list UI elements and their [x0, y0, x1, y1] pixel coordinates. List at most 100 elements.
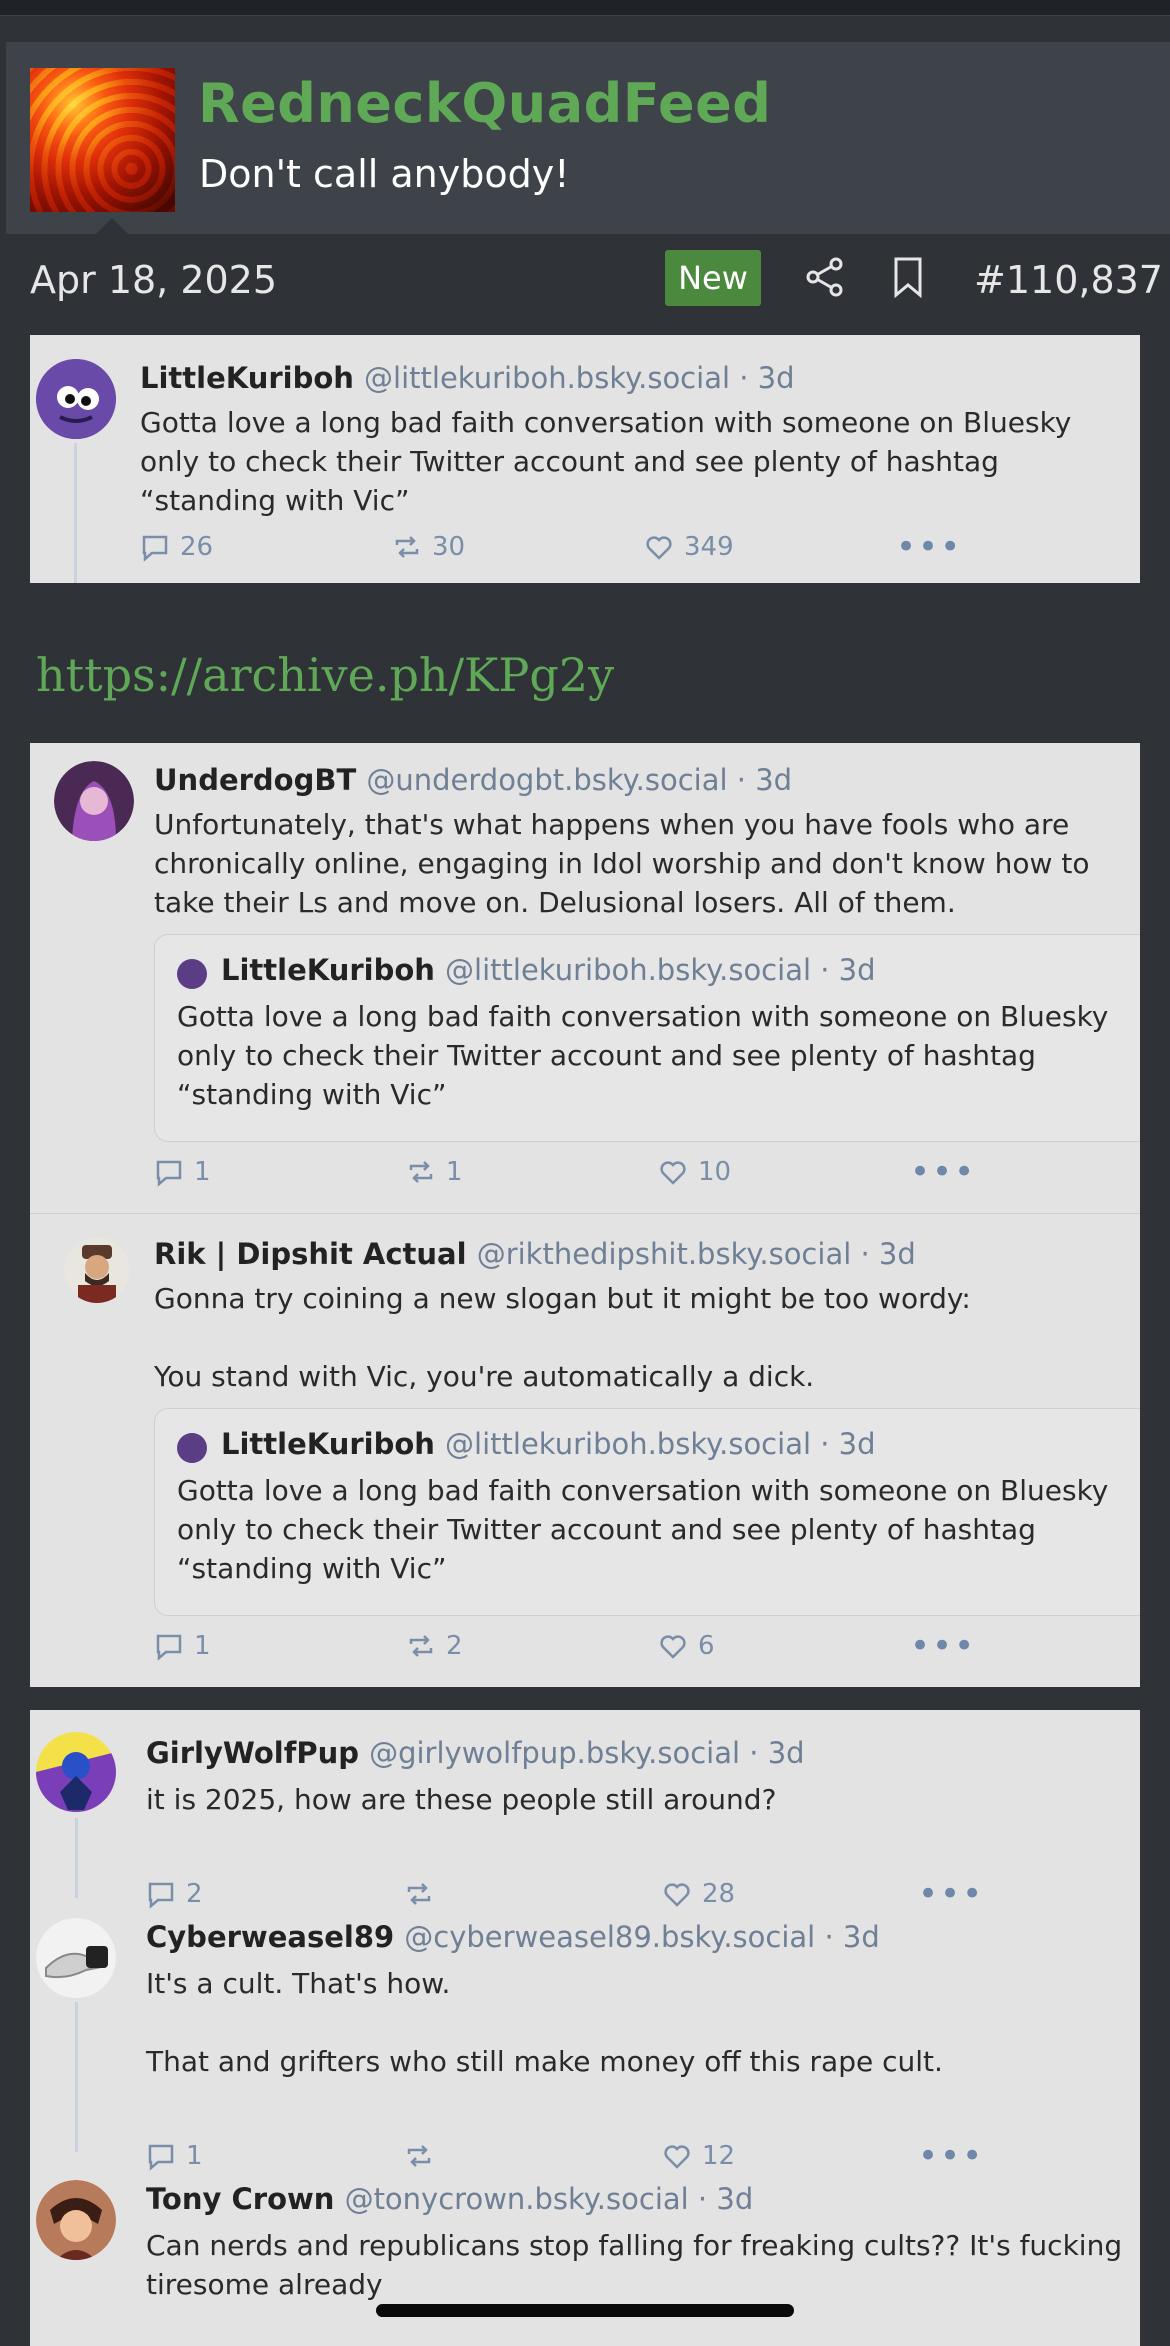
repost-icon — [409, 1635, 433, 1657]
repost-count: 2 — [446, 1631, 463, 1661]
post-text: It's a cult. That's how. That and grifte… — [146, 1967, 943, 2078]
heart-icon — [664, 2145, 690, 2169]
reply-icon — [156, 1160, 182, 1187]
bluesky-embed[interactable]: UnderdogBT @underdogbt.bsky.social · 3d … — [30, 743, 1140, 1687]
avatar — [177, 1433, 207, 1463]
bluesky-embed[interactable]: LittleKuriboh @littlekuriboh.bsky.social… — [30, 335, 1140, 583]
author-handle[interactable]: @cyberweasel89.bsky.social · 3d — [404, 1920, 879, 1954]
like-count: 10 — [698, 1157, 732, 1187]
avatar — [36, 359, 116, 439]
quote-text: Gotta love a long bad faith conversation… — [177, 1474, 1109, 1585]
author-name[interactable]: GirlyWolfPup @girlywolfpup.bsky.social ·… — [146, 1736, 805, 1770]
avatar — [36, 2180, 116, 2260]
reply-icon — [148, 2144, 174, 2171]
repost-button[interactable] — [404, 1879, 444, 1909]
post-text: Can nerds and republicans stop falling f… — [146, 2229, 1131, 2301]
home-indicator[interactable] — [376, 2304, 794, 2317]
author-display-name[interactable]: UnderdogBT — [154, 763, 356, 797]
reply-button[interactable]: 1 — [146, 2141, 203, 2171]
heart-icon — [664, 1883, 690, 1907]
quote-display-name[interactable]: LittleKuriboh — [221, 953, 435, 987]
author-display-name[interactable]: GirlyWolfPup — [146, 1736, 359, 1770]
reply-icon — [148, 1882, 174, 1909]
post-number[interactable]: #110,837 — [974, 258, 1163, 302]
avatar — [36, 1918, 116, 1998]
repost-button[interactable]: 1 — [406, 1157, 463, 1187]
avatar — [64, 1237, 130, 1303]
reply-button[interactable]: 26 — [140, 532, 213, 562]
author-name[interactable]: LittleKuriboh @littlekuriboh.bsky.social… — [140, 361, 795, 395]
avatar[interactable] — [30, 68, 175, 212]
reply-count: 2 — [186, 1879, 203, 1909]
author-display-name[interactable]: Rik | Dipshit Actual — [154, 1237, 467, 1271]
author-display-name[interactable]: Cyberweasel89 — [146, 1920, 394, 1954]
action-bar: 26 30 349 ••• — [140, 530, 1130, 568]
post-text: Gonna try coining a new slogan but it mi… — [154, 1282, 971, 1393]
author-handle[interactable]: @rikthedipshit.bsky.social · 3d — [477, 1237, 916, 1271]
bookmark-icon[interactable] — [890, 256, 926, 298]
quote-handle[interactable]: @littlekuriboh.bsky.social · 3d — [445, 1427, 875, 1461]
more-icon[interactable]: ••• — [910, 1155, 976, 1189]
like-button[interactable]: 349 — [644, 532, 734, 562]
like-count: 12 — [702, 2141, 736, 2171]
author-display-name[interactable]: Tony Crown — [146, 2182, 334, 2216]
quote-post[interactable]: LittleKuriboh @littlekuriboh.bsky.social… — [154, 934, 1140, 1142]
action-bar: 1 2 6 ••• — [154, 1629, 1134, 1667]
like-button[interactable]: 28 — [662, 1879, 735, 1909]
quote-author[interactable]: LittleKuriboh @littlekuriboh.bsky.social… — [221, 1427, 876, 1461]
reply-button[interactable]: 2 — [146, 1879, 203, 1909]
heart-icon — [660, 1161, 686, 1185]
author-display-name[interactable]: LittleKuriboh — [140, 361, 354, 395]
reply-button[interactable]: 1 — [154, 1157, 211, 1187]
like-count: 6 — [698, 1631, 715, 1661]
divider — [30, 1213, 1140, 1214]
author-name[interactable]: Tony Crown @tonycrown.bsky.social · 3d — [146, 2182, 753, 2216]
more-icon[interactable]: ••• — [896, 530, 962, 564]
top-bar — [0, 0, 1170, 16]
repost-button[interactable] — [404, 2141, 444, 2171]
action-bar: 2 28 ••• — [146, 1877, 1126, 1915]
author-handle[interactable]: @littlekuriboh.bsky.social · 3d — [364, 361, 794, 395]
repost-count: 30 — [432, 532, 466, 562]
like-count: 349 — [684, 532, 734, 562]
repost-button[interactable]: 30 — [392, 532, 465, 562]
repost-icon — [409, 1161, 433, 1183]
thread-line — [75, 1818, 78, 1898]
quote-display-name[interactable]: LittleKuriboh — [221, 1427, 435, 1461]
author-name[interactable]: UnderdogBT @underdogbt.bsky.social · 3d — [154, 763, 792, 797]
like-button[interactable]: 12 — [662, 2141, 735, 2171]
bluesky-embed[interactable]: GirlyWolfPup @girlywolfpup.bsky.social ·… — [30, 1710, 1140, 2346]
heart-icon — [660, 1635, 686, 1659]
thread-line — [74, 443, 77, 583]
quote-handle[interactable]: @littlekuriboh.bsky.social · 3d — [445, 953, 875, 987]
like-button[interactable]: 6 — [658, 1631, 715, 1661]
avatar — [36, 1732, 116, 1812]
post-date[interactable]: Apr 18, 2025 — [30, 258, 277, 302]
post-meta: Apr 18, 2025 New #110,837 — [6, 234, 1170, 334]
archive-link[interactable]: https://archive.ph/KPg2y — [36, 648, 614, 702]
repost-count: 1 — [446, 1157, 463, 1187]
more-icon[interactable]: ••• — [918, 2139, 984, 2173]
reply-button[interactable]: 1 — [154, 1631, 211, 1661]
author-handle[interactable]: @tonycrown.bsky.social · 3d — [345, 2182, 754, 2216]
post-text: Unfortunately, that's what happens when … — [154, 808, 1099, 919]
new-badge: New — [665, 250, 761, 306]
reply-count: 1 — [186, 2141, 203, 2171]
author-handle[interactable]: @underdogbt.bsky.social · 3d — [366, 763, 792, 797]
like-button[interactable]: 10 — [658, 1157, 731, 1187]
quote-text: Gotta love a long bad faith conversation… — [177, 1000, 1109, 1111]
repost-icon — [407, 1883, 431, 1905]
author-name[interactable]: Rik | Dipshit Actual @rikthedipshit.bsky… — [154, 1237, 916, 1271]
more-icon[interactable]: ••• — [910, 1629, 976, 1663]
username[interactable]: RedneckQuadFeed — [198, 72, 771, 135]
share-icon[interactable] — [804, 256, 846, 298]
repost-icon — [395, 536, 419, 558]
more-icon[interactable]: ••• — [918, 1877, 984, 1911]
reply-count: 26 — [180, 532, 214, 562]
author-name[interactable]: Cyberweasel89 @cyberweasel89.bsky.social… — [146, 1920, 880, 1954]
quote-post[interactable]: LittleKuriboh @littlekuriboh.bsky.social… — [154, 1408, 1140, 1616]
author-handle[interactable]: @girlywolfpup.bsky.social · 3d — [369, 1736, 804, 1770]
reply-count: 1 — [194, 1631, 211, 1661]
repost-button[interactable]: 2 — [406, 1631, 463, 1661]
quote-author[interactable]: LittleKuriboh @littlekuriboh.bsky.social… — [221, 953, 876, 987]
